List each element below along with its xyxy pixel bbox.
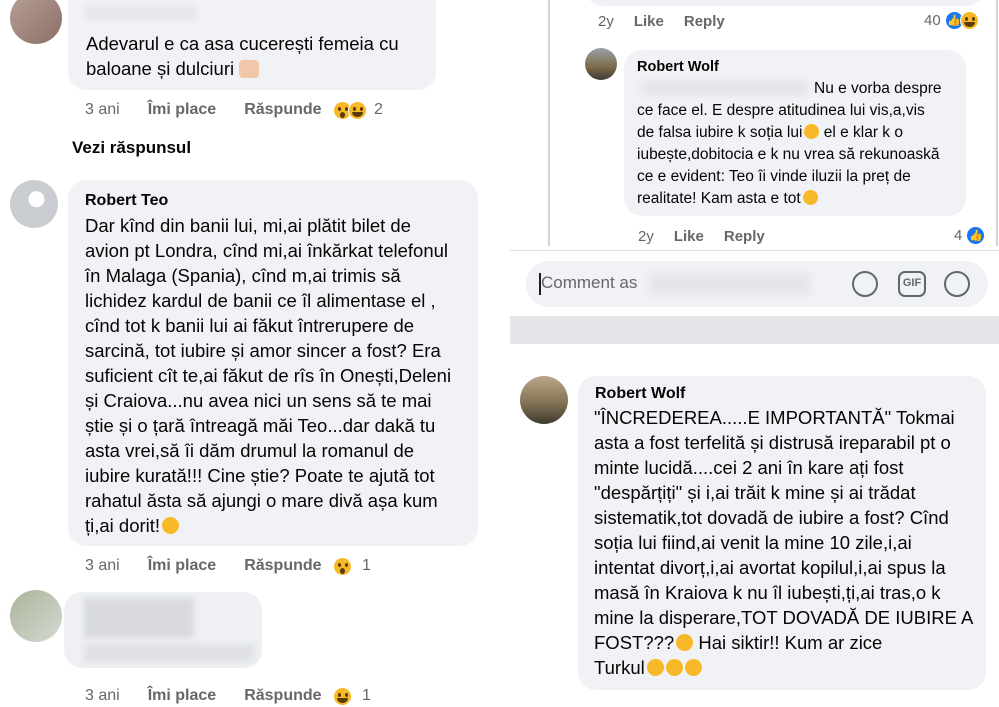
reaction-count: 4 [954, 226, 963, 244]
blurred-name [86, 6, 196, 20]
timestamp: 3 ani [85, 557, 120, 574]
comment-text: ce face el. E despre atitudinea lui vis,… [637, 102, 940, 207]
comment-actions: 2y Like Reply [598, 10, 725, 32]
blurred-name [650, 273, 810, 295]
comment-actions: 3 ani Îmi place Răspunde [85, 99, 322, 121]
blurred-content [84, 598, 194, 638]
comment-placeholder: Comment as [541, 273, 638, 292]
blurred-content [84, 644, 254, 662]
comment-input[interactable]: Comment as GIF [526, 261, 988, 307]
comment-bubble [585, 0, 985, 6]
reaction-count: 40 [924, 11, 941, 29]
reaction-count: 2 [374, 101, 383, 118]
timestamp: 2y [598, 12, 614, 30]
thread-line [548, 0, 550, 246]
avatar-sticker-icon[interactable] [852, 271, 878, 297]
reaction-summary[interactable]: 1 [333, 685, 371, 707]
haha-reaction-icon [348, 100, 367, 120]
author-name[interactable]: Robert Wolf [637, 59, 719, 75]
author-name[interactable]: Robert Teo [85, 192, 168, 210]
reaction-summary[interactable]: 4 👍 [954, 224, 986, 246]
avatar[interactable] [520, 376, 568, 424]
avatar[interactable] [10, 180, 58, 228]
panel-border [996, 0, 998, 246]
avatar[interactable] [10, 0, 62, 44]
reply-button[interactable]: Răspunde [244, 101, 321, 119]
comment-text: Adevarul e ca asa cucerești femeia cu ba… [86, 33, 399, 79]
avatar[interactable] [10, 590, 62, 642]
thinking-emoji-icon [162, 517, 180, 534]
comment-bubble [64, 592, 262, 668]
comment-bubble: Adevarul e ca asa cucerești femeia cu ba… [68, 0, 436, 90]
haha-reaction-icon [959, 10, 979, 30]
keyboard-suggestion-bar [510, 316, 999, 344]
comment-bubble: Robert Teo Dar kînd din banii lui, mi,ai… [68, 180, 478, 546]
like-button[interactable]: Îmi place [148, 557, 216, 575]
like-button[interactable]: Îmi place [148, 687, 216, 705]
comment-actions: 2y Like Reply [638, 225, 765, 247]
wow-emoji-icon [665, 659, 683, 676]
laughing-emoji-icon [676, 634, 694, 651]
reaction-summary[interactable]: 2 [333, 99, 383, 121]
reply-button[interactable]: Reply [724, 228, 765, 245]
timestamp: 2y [638, 227, 654, 245]
reply-button[interactable]: Răspunde [244, 687, 321, 705]
reaction-summary[interactable]: 1 [333, 555, 371, 577]
emoji-icon[interactable] [944, 271, 970, 297]
reply-button[interactable]: Reply [684, 13, 725, 30]
shrug-emoji-icon [239, 60, 260, 78]
wow-emoji-icon [646, 659, 664, 676]
haha-reaction-icon [333, 686, 352, 706]
like-button[interactable]: Like [674, 228, 704, 245]
timestamp: 3 ani [85, 101, 120, 118]
gif-icon[interactable]: GIF [898, 271, 926, 297]
comment-bubble: Robert Wolf Nu e vorba despre ce face el… [624, 50, 966, 216]
wow-reaction-icon [333, 556, 352, 576]
comment-actions: 3 ani Îmi place Răspunde [85, 685, 322, 707]
reaction-count: 1 [362, 687, 371, 704]
comment-text: "ÎNCREDEREA.....E IMPORTANTĂ" Tokmai ast… [594, 407, 974, 678]
laughing-emoji-icon [802, 190, 818, 205]
comment-text: Dar kînd din banii lui, mi,ai plătit bil… [85, 215, 452, 536]
comment-actions: 3 ani Îmi place Răspunde [85, 555, 322, 577]
see-reply-link[interactable]: Vezi răspunsul [72, 138, 191, 158]
reply-button[interactable]: Răspunde [244, 557, 321, 575]
comment-bubble: Robert Wolf "ÎNCREDEREA.....E IMPORTANTĂ… [578, 376, 986, 690]
author-name[interactable]: Robert Wolf [595, 385, 685, 403]
timestamp: 3 ani [85, 687, 120, 704]
avatar[interactable] [585, 48, 617, 80]
winking-emoji-icon [804, 124, 820, 139]
comment-text-first-line: Nu e vorba despre [814, 80, 942, 97]
like-button[interactable]: Like [634, 13, 664, 30]
like-button[interactable]: Îmi place [148, 101, 216, 119]
like-reaction-icon: 👍 [966, 225, 986, 245]
reaction-count: 1 [362, 557, 371, 574]
blurred-name [642, 80, 807, 96]
wow-emoji-icon [684, 659, 702, 676]
reaction-summary[interactable]: 40 👍 [924, 9, 979, 31]
